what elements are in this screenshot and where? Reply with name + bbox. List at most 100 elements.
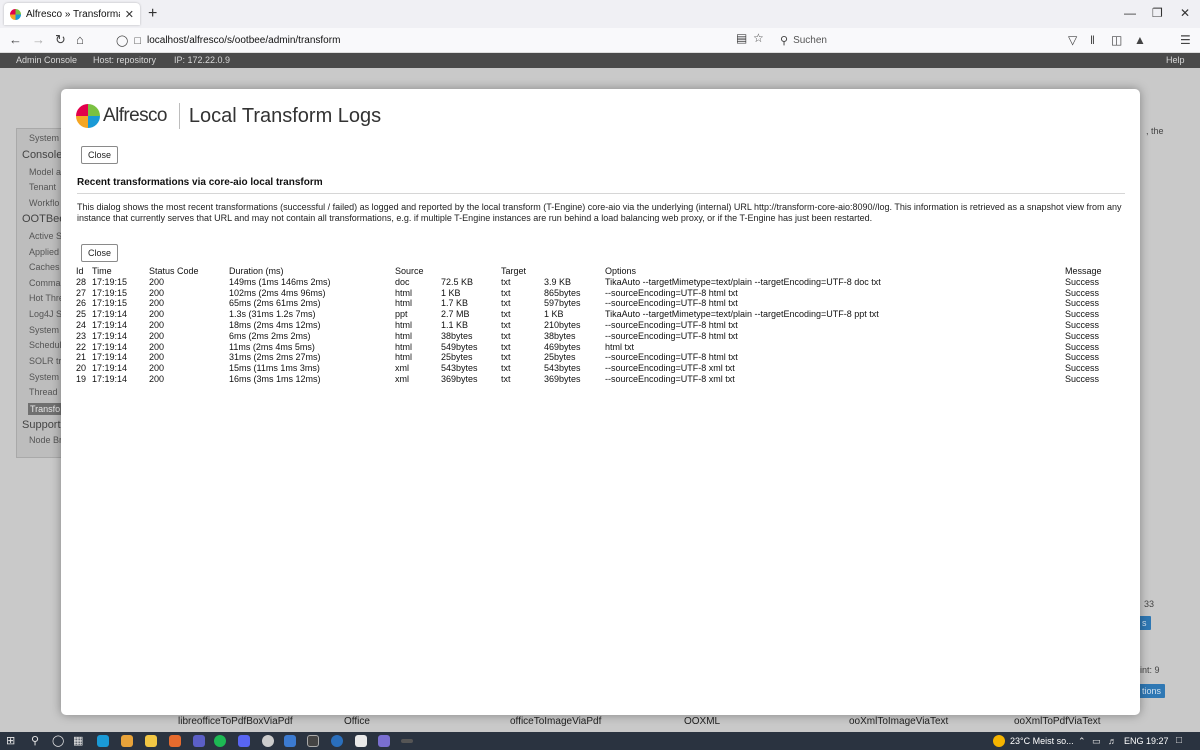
reload-icon[interactable]: ↻ <box>55 32 66 48</box>
language-indicator[interactable]: ENG <box>1124 736 1144 746</box>
app-icon[interactable] <box>262 735 274 747</box>
menu-icon[interactable]: ☰ <box>1180 33 1191 47</box>
table-cell: --sourceEncoding=UTF-8 html txt <box>605 287 738 298</box>
tray-expand-icon[interactable]: ⌃ <box>1078 736 1086 747</box>
app-icon[interactable] <box>378 735 390 747</box>
chrome-icon[interactable] <box>121 735 133 747</box>
tab-close-icon[interactable]: ✕ <box>125 8 134 21</box>
table-cell: Success <box>1065 341 1100 352</box>
search-icon[interactable]: ⚲ <box>31 734 39 747</box>
table-cell: 23 <box>76 330 87 341</box>
table-cell: 17:19:15 <box>92 298 128 309</box>
window-close-icon[interactable]: ✕ <box>1180 6 1190 20</box>
page-info-icon[interactable]: □ <box>134 35 141 47</box>
back-icon[interactable]: ← <box>9 32 22 47</box>
address-bar[interactable]: ◯ □ localhost/alfresco/s/ootbee/admin/tr… <box>110 31 770 50</box>
app-icon[interactable] <box>401 739 413 743</box>
sidebar-item[interactable]: Console <box>22 149 62 161</box>
weather-icon <box>993 735 1005 747</box>
sidebar-item[interactable]: Hot Thre <box>29 293 64 303</box>
sidebar-item[interactable]: System <box>29 133 59 143</box>
app-icon[interactable] <box>284 735 296 747</box>
sidebar-item[interactable]: Workflo <box>29 198 59 208</box>
sidebar-item[interactable]: Caches <box>29 262 60 272</box>
weather-text[interactable]: 23°C Meist so... <box>1010 736 1074 746</box>
table-cell: html <box>395 352 413 363</box>
task-view-icon[interactable]: ▦ <box>73 734 83 747</box>
browser-tab[interactable]: Alfresco » Transformations [Ho ✕ <box>4 3 140 25</box>
transform-logs-dialog: Alfresco Local Transform Logs Close Rece… <box>61 89 1140 715</box>
sidebar-item[interactable]: Applied <box>29 247 59 257</box>
table-cell: 20 <box>76 363 87 374</box>
table-cell: txt <box>501 330 511 341</box>
discord-icon[interactable] <box>238 735 250 747</box>
sidebar-icon[interactable]: ◫ <box>1111 33 1122 47</box>
app-icon[interactable] <box>331 735 343 747</box>
forward-icon[interactable]: → <box>32 32 45 47</box>
sidebar-item[interactable]: Node Br <box>29 435 62 445</box>
search-bar[interactable]: ⚲ Suchen <box>776 31 1041 50</box>
teams-icon[interactable] <box>193 735 205 747</box>
edge-icon[interactable] <box>97 735 109 747</box>
background-action-button[interactable]: tions <box>1138 684 1166 698</box>
terminal-icon[interactable] <box>307 735 319 747</box>
table-cell: Success <box>1065 363 1100 374</box>
column-header <box>544 266 605 277</box>
clock[interactable]: 19:27 <box>1146 736 1169 746</box>
volume-icon[interactable]: ♬ <box>1108 736 1117 746</box>
extension-icon[interactable]: ▲ <box>1134 33 1146 47</box>
table-cell: txt <box>501 363 511 374</box>
close-button-top[interactable]: Close <box>81 146 119 164</box>
sidebar-item[interactable]: System <box>29 325 59 335</box>
ip-label: IP: 172.22.0.9 <box>174 55 231 65</box>
spotify-icon[interactable] <box>214 735 226 747</box>
sidebar-item[interactable]: Model a <box>29 167 61 177</box>
minimize-icon[interactable]: — <box>1124 6 1136 20</box>
home-icon[interactable]: ⌂ <box>76 32 84 47</box>
cortana-icon[interactable]: ◯ <box>52 734 64 747</box>
table-cell: 26 <box>76 298 87 309</box>
sidebar-item[interactable]: Schedul <box>29 340 62 350</box>
dialog-title: Local Transform Logs <box>188 104 382 127</box>
table-cell: 17:19:15 <box>92 276 128 287</box>
sidebar-item[interactable]: Tenant <box>29 182 56 192</box>
table-row: 21 17:19:14 200 31ms (2ms 2ms 27ms) html 25by… <box>76 352 1135 363</box>
reader-view-icon[interactable]: ▤ <box>736 31 747 45</box>
search-input[interactable]: Suchen <box>793 35 827 46</box>
column-header: Id <box>76 266 84 277</box>
firefox-icon[interactable] <box>169 735 181 747</box>
close-button-bottom[interactable]: Close <box>81 244 119 262</box>
table-cell: 17:19:14 <box>92 309 128 320</box>
admin-header: Admin Console Host: repository IP: 172.2… <box>0 53 1200 68</box>
sidebar-item[interactable]: System <box>29 372 59 382</box>
transformer-label: Office <box>344 716 370 727</box>
table-cell: html <box>395 320 413 331</box>
file-explorer-icon[interactable] <box>145 735 157 747</box>
shield-icon[interactable]: ◯ <box>116 34 128 47</box>
url-text[interactable]: localhost/alfresco/s/ootbee/admin/transf… <box>147 35 340 46</box>
notifications-icon[interactable]: □ <box>1176 735 1182 746</box>
admin-console-title[interactable]: Admin Console <box>16 55 77 65</box>
transform-log-table: Id Time Status Code Duration (ms) Source Targ… <box>76 266 1135 384</box>
table-cell: --sourceEncoding=UTF-8 xml txt <box>605 363 735 374</box>
help-link[interactable]: Help <box>1166 55 1185 65</box>
table-cell: html <box>395 287 413 298</box>
library-icon[interactable]: ‖ <box>1090 33 1095 47</box>
table-cell: 200 <box>149 352 165 363</box>
column-header: Message <box>1065 266 1102 277</box>
sidebar-item[interactable]: OOTBee <box>22 213 65 225</box>
sidebar-item[interactable]: Thread <box>29 387 58 397</box>
sidebar-item[interactable]: Support <box>22 419 61 431</box>
pocket-icon[interactable]: ▽ <box>1068 33 1077 47</box>
table-cell: html <box>395 298 413 309</box>
table-cell: 369bytes <box>544 374 581 385</box>
windows-start-icon[interactable]: ⊞ <box>6 734 15 747</box>
table-cell: 15ms (11ms 1ms 3ms) <box>229 363 320 374</box>
network-icon[interactable]: ▭ <box>1092 736 1101 747</box>
restore-icon[interactable]: ❐ <box>1152 6 1163 20</box>
bookmark-star-icon[interactable]: ☆ <box>753 31 764 45</box>
sidebar-item[interactable]: Comma <box>29 278 61 288</box>
notepad-icon[interactable] <box>355 735 367 747</box>
alfresco-favicon-icon <box>10 8 21 20</box>
new-tab-button[interactable]: + <box>148 5 157 23</box>
